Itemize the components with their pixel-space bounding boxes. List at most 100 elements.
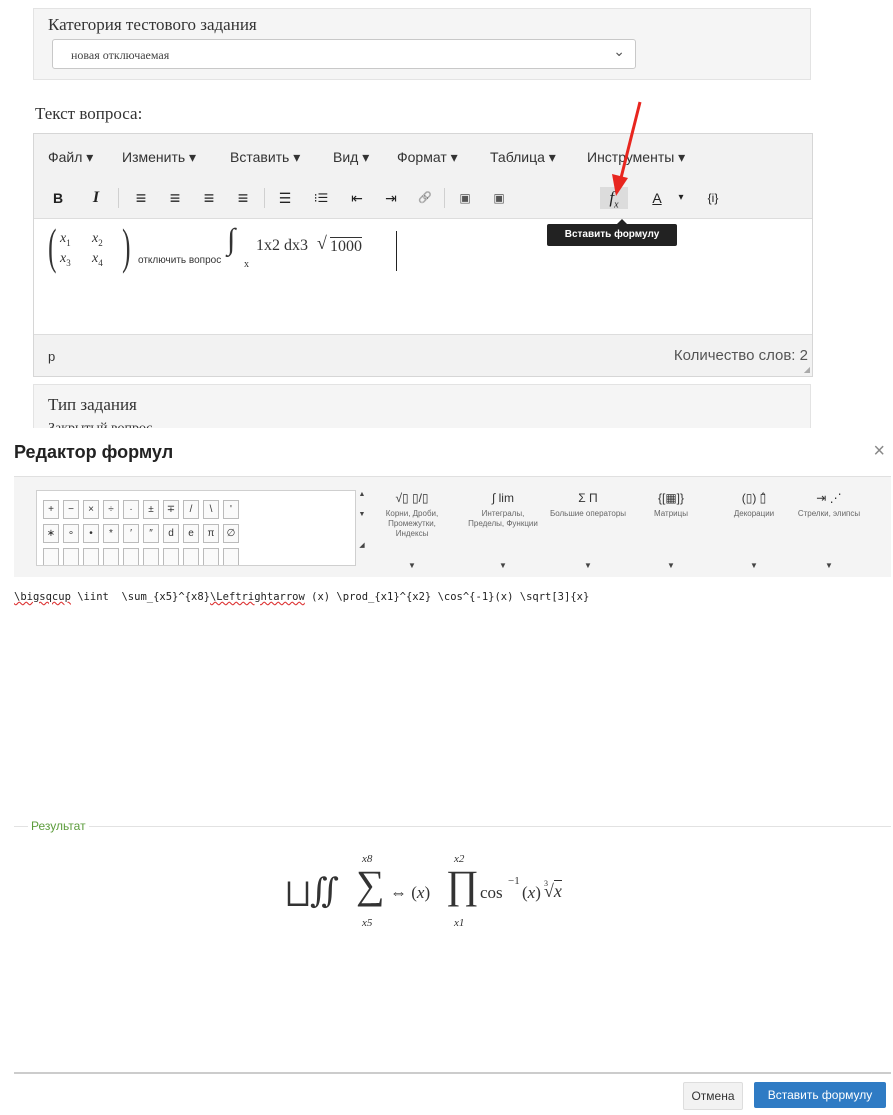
symbol-button[interactable] [143, 548, 159, 565]
symbol-button[interactable]: ÷ [103, 500, 119, 519]
symbol-button[interactable] [43, 548, 59, 565]
chevron-down-icon[interactable]: ▼ [631, 561, 711, 571]
align-center-icon[interactable]: ≡ [164, 187, 186, 209]
category-icon: √▯ ▯/▯ [395, 491, 429, 505]
symbol-button[interactable]: d [163, 524, 179, 543]
symbol-button[interactable] [183, 548, 199, 565]
integral-subscript: x [244, 259, 249, 270]
formula-category[interactable]: ∫ lim Интегралы, Пределы, Функции ▼ [463, 489, 543, 570]
sum-lower: x5 [362, 917, 373, 929]
image-icon[interactable]: ▣ [454, 187, 476, 209]
link-icon[interactable]: 🔗 [414, 187, 436, 209]
symbol-button[interactable] [223, 548, 239, 565]
chevron-down-icon[interactable]: ▼ [548, 561, 628, 571]
symbol-button[interactable] [123, 548, 139, 565]
resize-handle-icon[interactable]: ◢ [804, 365, 810, 374]
menu-table[interactable]: Таблица ▾ [490, 149, 556, 166]
symbol-button[interactable]: ″ [143, 524, 159, 543]
align-right-icon[interactable]: ≡ [198, 187, 220, 209]
scroll-down-icon[interactable]: ▼ [357, 511, 367, 518]
editor-content[interactable]: ( x1 x2 x3 x4 ) отключить вопрос ∫ x 1x2… [34, 218, 812, 334]
symbol-button[interactable]: \ [203, 500, 219, 519]
symbol-button[interactable]: + [43, 500, 59, 519]
media-icon[interactable]: ▣ [488, 187, 510, 209]
cos-text: cos [480, 883, 503, 902]
symbol-button[interactable]: * [103, 524, 119, 543]
editor-toolbar: B I ≡ ≡ ≡ ≡ ☰ ⁝☰ ⇤ ⇥ 🔗 ▣ ▣ fx A ▾ {i} [34, 180, 812, 219]
category-label: Стрелки, элипсы [797, 509, 861, 518]
toolbar-divider [444, 188, 445, 208]
symbol-button[interactable]: π [203, 524, 219, 543]
menu-file[interactable]: Файл ▾ [48, 149, 93, 166]
matrix-left-paren: ( [48, 218, 57, 274]
symbol-button[interactable]: • [83, 524, 99, 543]
category-icon: ⇥ ⋰ [816, 491, 842, 505]
bold-button[interactable]: B [48, 187, 68, 209]
symbol-button[interactable]: · [123, 500, 139, 519]
symbol-button[interactable] [103, 548, 119, 565]
symbol-button[interactable]: × [83, 500, 99, 519]
toolbar-divider [264, 188, 265, 208]
chevron-down-icon[interactable]: ▼ [714, 561, 794, 571]
code-sample-icon[interactable]: {i} [701, 187, 725, 209]
italic-button[interactable]: I [86, 187, 106, 209]
justify-icon[interactable]: ≡ [232, 187, 254, 209]
root-symbol: √x [544, 880, 562, 901]
symbol-button[interactable]: − [63, 500, 79, 519]
chevron-down-icon[interactable]: ▼ [372, 561, 452, 571]
symbol-button[interactable]: ′ [123, 524, 139, 543]
symbol-button[interactable] [63, 548, 79, 565]
bigsqcup-symbol: ⨆ [286, 877, 310, 910]
chevron-down-icon[interactable]: ▼ [789, 561, 869, 571]
formula-category[interactable]: √▯ ▯/▯ Корни, Дроби, Промежутки, Индексы ▼ [372, 489, 452, 570]
iint-symbol: ∬ [310, 873, 339, 910]
matrix-cell: x1 [60, 231, 71, 248]
symbol-button[interactable]: ∅ [223, 524, 239, 543]
cancel-button[interactable]: Отмена [683, 1082, 743, 1110]
symbol-button[interactable]: ± [143, 500, 159, 519]
formula-category[interactable]: Σ Π Большие операторы ▼ [548, 489, 628, 570]
function-icon-sub: x [614, 199, 619, 211]
indent-icon[interactable]: ⇥ [380, 187, 402, 209]
menu-edit[interactable]: Изменить ▾ [122, 149, 196, 166]
symbol-button[interactable]: e [183, 524, 199, 543]
category-select[interactable]: новая отключаемая ⌄ [52, 39, 636, 69]
formula-category[interactable]: {[▦]} Матрицы ▼ [631, 489, 711, 570]
latex-input[interactable]: \bigsqcup \iint \sum_{x5}^{x8}\Leftright… [14, 591, 589, 603]
cos-argument: (x) [522, 883, 541, 902]
align-left-icon[interactable]: ≡ [130, 187, 152, 209]
category-panel: Категория тестового задания новая отключ… [33, 8, 811, 80]
symbol-button[interactable]: ∗ [43, 524, 59, 543]
toolbar-divider [118, 188, 119, 208]
editor-menubar: Файл ▾ Изменить ▾ Вставить ▾ Вид ▾ Форма… [34, 134, 812, 180]
bullet-list-icon[interactable]: ☰ [274, 187, 296, 209]
formula-category[interactable]: ⇥ ⋰ Стрелки, элипсы ▼ [789, 489, 869, 570]
prod-lower: x1 [454, 917, 465, 929]
symbol-button[interactable] [163, 548, 179, 565]
result-panel: Результат ⨆ ∬ x8 ∑ x5 ⇔ (x) x2 ∏ x1 cos … [14, 819, 891, 1074]
category-icon: ∫ lim [492, 491, 514, 505]
menu-view[interactable]: Вид ▾ [333, 149, 369, 166]
symbol-button[interactable]: ' [223, 500, 239, 519]
text-color-dropdown-icon[interactable]: ▾ [674, 187, 688, 209]
close-icon[interactable]: × [873, 440, 885, 463]
numbered-list-icon[interactable]: ⁝☰ [310, 187, 332, 209]
formula-category[interactable]: (▯) ▯̂ Декорации ▼ [714, 489, 794, 570]
element-path[interactable]: p [48, 349, 55, 364]
symbol-button[interactable]: ∘ [63, 524, 79, 543]
menu-insert[interactable]: Вставить ▾ [230, 149, 300, 166]
outdent-icon[interactable]: ⇤ [346, 187, 368, 209]
menu-format[interactable]: Формат ▾ [397, 149, 458, 166]
dialog-title: Редактор формул [14, 442, 174, 462]
resize-corner-icon[interactable]: ◢ [357, 541, 367, 549]
symbol-button[interactable] [203, 548, 219, 565]
scroll-up-icon[interactable]: ▲ [357, 491, 367, 498]
annotation-arrow-icon [612, 101, 642, 196]
symbol-button[interactable] [83, 548, 99, 565]
matrix-cell: x3 [60, 251, 71, 268]
question-label: Текст вопроса: [35, 104, 143, 123]
symbol-button[interactable]: / [183, 500, 199, 519]
chevron-down-icon[interactable]: ▼ [463, 561, 543, 571]
symbol-button[interactable]: ∓ [163, 500, 179, 519]
insert-formula-button[interactable]: Вставить формулу [754, 1082, 886, 1108]
